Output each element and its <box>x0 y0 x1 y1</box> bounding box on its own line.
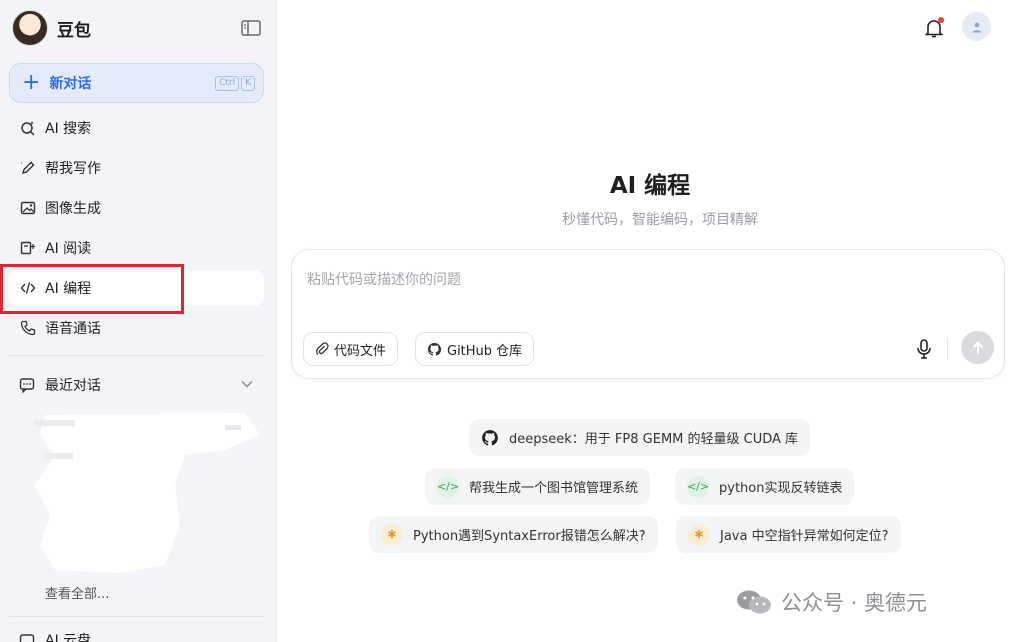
user-avatar[interactable] <box>962 12 991 41</box>
sidebar-item-ai-search[interactable]: AI 搜索 <box>8 110 264 146</box>
recent-chats-label: 最近对话 <box>45 378 101 394</box>
doubao-logo <box>12 10 48 46</box>
book-icon <box>19 239 37 257</box>
chat-bubble-icon <box>19 376 37 394</box>
plus-icon: + <box>22 70 41 95</box>
sidebar-item-label: AI 搜索 <box>45 121 92 137</box>
sidebar-divider <box>9 616 264 617</box>
phone-icon <box>19 319 37 337</box>
brand-name: 豆包 <box>57 20 91 41</box>
notification-dot <box>938 17 944 23</box>
sidebar-item-ai-coding[interactable]: AI 编程 <box>8 270 264 306</box>
notification-bell-icon[interactable] <box>922 16 946 40</box>
sidebar: 豆包 + 新对话 Ctrl K AI 搜索 帮我写作 图像生成 AI 阅读 AI… <box>0 0 277 642</box>
suggestion-chip[interactable]: ✱ Java 中空指针异常如何定位? <box>676 516 901 553</box>
page-subtitle: 秒懂代码，智能编码，项目精解 <box>562 212 758 228</box>
sidebar-item-writing[interactable]: 帮我写作 <box>8 150 264 186</box>
cloud-drive-icon <box>19 631 37 642</box>
sidebar-item-voice-call[interactable]: 语音通话 <box>8 310 264 346</box>
github-icon <box>427 342 442 357</box>
sidebar-divider <box>9 355 264 356</box>
bug-icon: ✱ <box>381 523 403 546</box>
suggestion-chip[interactable]: deepseek：用于 FP8 GEMM 的轻量级 CUDA 库 <box>469 419 811 456</box>
sidebar-item-label: 图像生成 <box>45 201 101 217</box>
page-title: AI 编程 <box>609 173 691 199</box>
microphone-icon[interactable] <box>914 338 934 360</box>
watermark-text: 公众号 · 奥德元 <box>781 591 928 615</box>
suggestion-label: Python遇到SyntaxError报错怎么解决? <box>413 529 646 544</box>
brand[interactable]: 豆包 <box>12 10 91 46</box>
chevron-down-icon[interactable] <box>240 377 254 395</box>
suggestion-chip[interactable]: </> 帮我生成一个图书馆管理系统 <box>425 468 651 505</box>
arrow-up-icon <box>972 341 983 354</box>
sidebar-item-label: 帮我写作 <box>45 161 101 177</box>
toolbar-separator <box>947 338 948 360</box>
see-all-link[interactable]: 查看全部... <box>45 583 109 602</box>
suggestion-label: python实现反转链表 <box>719 481 843 496</box>
shortcut-hint: Ctrl K <box>215 76 255 91</box>
pen-icon <box>19 159 37 177</box>
recent-chats-header[interactable]: 最近对话 <box>8 367 264 403</box>
code-icon <box>19 279 37 297</box>
suggestion-chip[interactable]: ✱ Python遇到SyntaxError报错怎么解决? <box>369 516 658 553</box>
sidebar-item-ai-reading[interactable]: AI 阅读 <box>8 230 264 266</box>
sidebar-item-label: AI 阅读 <box>45 241 92 257</box>
prompt-input-box[interactable]: 粘贴代码或描述你的问题 代码文件 GitHub 仓库 <box>291 249 1005 379</box>
github-icon <box>481 429 499 447</box>
redacted-chat-list <box>35 405 261 575</box>
shortcut-key: Ctrl <box>215 76 240 91</box>
github-repo-button[interactable]: GitHub 仓库 <box>415 332 535 366</box>
image-icon <box>19 199 37 217</box>
code-icon: </> <box>437 475 459 498</box>
code-icon: </> <box>687 475 709 498</box>
new-chat-button[interactable]: + 新对话 Ctrl K <box>9 63 264 103</box>
prompt-input-placeholder[interactable]: 粘贴代码或描述你的问题 <box>307 269 461 289</box>
bug-icon: ✱ <box>688 523 710 546</box>
chip-label: 代码文件 <box>334 343 387 359</box>
wechat-icon <box>737 590 771 614</box>
new-chat-label: 新对话 <box>49 76 92 92</box>
sidebar-item-label: AI 编程 <box>45 281 92 297</box>
suggestion-label: Java 中空指针异常如何定位? <box>720 529 889 544</box>
shortcut-key: K <box>241 76 255 91</box>
sidebar-item-ai-cloud[interactable]: AI 云盘 <box>19 630 91 642</box>
sidebar-item-label: 语音通话 <box>45 321 101 337</box>
search-sparkle-icon <box>19 119 37 137</box>
sidebar-item-image-gen[interactable]: 图像生成 <box>8 190 264 226</box>
watermark: 公众号 · 奥德元 <box>735 587 927 617</box>
suggestion-label: 帮我生成一个图书馆管理系统 <box>469 481 639 496</box>
suggestion-label: deepseek：用于 FP8 GEMM 的轻量级 CUDA 库 <box>509 432 799 447</box>
sidebar-item-label: AI 云盘 <box>45 633 92 642</box>
paperclip-icon <box>315 342 329 356</box>
suggestion-chip[interactable]: </> python实现反转链表 <box>675 468 855 505</box>
code-file-button[interactable]: 代码文件 <box>303 332 399 366</box>
sidebar-collapse-icon[interactable] <box>240 19 262 37</box>
send-button[interactable] <box>961 331 994 364</box>
chip-label: GitHub 仓库 <box>447 343 523 359</box>
